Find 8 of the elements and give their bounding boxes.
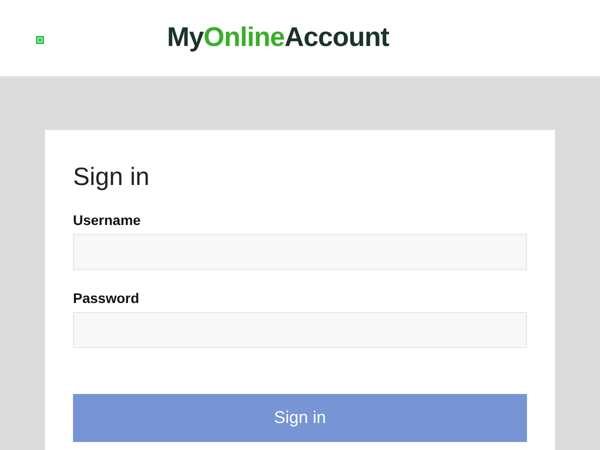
password-field[interactable] [73,312,527,348]
sign-in-button[interactable]: Sign in [73,394,527,442]
bank-logo-icon [36,36,44,44]
site-logo: MyOnlineAccount [167,20,390,54]
form-title: Sign in [73,162,150,193]
field-label: Username [73,211,142,230]
username-field[interactable] [73,234,527,270]
field-label: Password [73,289,140,308]
